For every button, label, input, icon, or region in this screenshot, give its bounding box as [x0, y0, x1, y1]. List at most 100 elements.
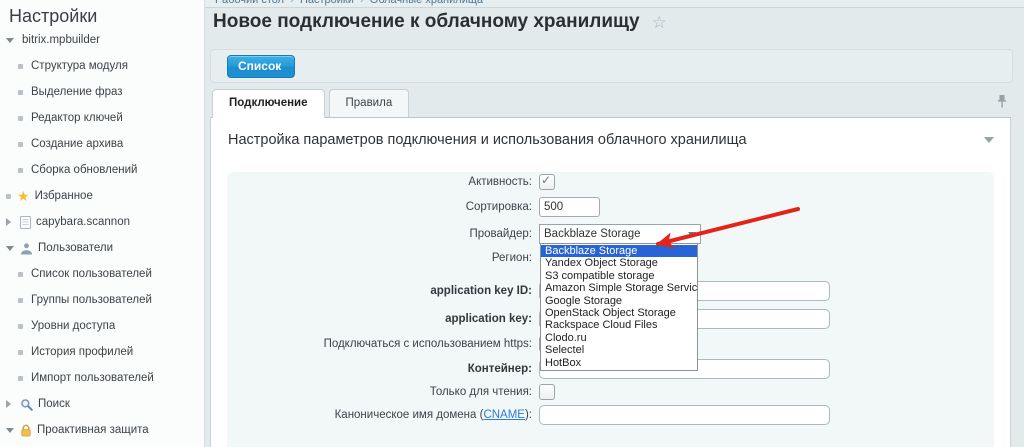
chevron-down-icon [688, 232, 696, 237]
section-collapse-icon[interactable] [984, 137, 994, 143]
sidebar-title: Настройки [9, 5, 204, 27]
search-icon [20, 398, 33, 411]
sidebar-item-access-levels[interactable]: Уровни доступа [0, 313, 204, 339]
provider-option-openstack[interactable]: OpenStack Object Storage [541, 307, 697, 319]
bullet-icon [18, 272, 23, 277]
sidebar-item-search[interactable]: Поиск [0, 391, 204, 417]
bullet-icon [18, 350, 23, 355]
bullet-icon [18, 90, 23, 95]
sort-input[interactable] [539, 197, 600, 217]
bullet-icon [18, 324, 23, 329]
activity-checkbox[interactable] [539, 174, 555, 190]
form-row-provider: Провайдер: Backblaze Storage [227, 224, 994, 244]
sidebar-item-label: Пользователи [38, 242, 113, 254]
sidebar-item-label: Выделение фраз [31, 86, 123, 98]
provider-option-rackspace[interactable]: Rackspace Cloud Files [541, 319, 697, 331]
sidebar-item-bitrix-mpbuilder[interactable]: bitrix.mpbuilder [0, 27, 204, 53]
provider-dropdown-list: Backblaze Storage Yandex Object Storage … [540, 243, 698, 371]
triangle-down-icon[interactable] [6, 428, 14, 433]
provider-option-clodo[interactable]: Clodo.ru [541, 332, 697, 344]
star-icon: ★ [17, 190, 30, 203]
sidebar-item-key-editor[interactable]: Редактор ключей [0, 105, 204, 131]
sidebar-item-label: История профилей [31, 346, 133, 358]
sidebar-item-label: Импорт пользователей [31, 372, 154, 384]
sidebar-item-label: bitrix.mpbuilder [22, 34, 100, 46]
sidebar-item-label: Список пользователей [31, 268, 152, 280]
sidebar-item-proactive-protection[interactable]: Проактивная защита [0, 417, 204, 443]
provider-option-amazon[interactable]: Amazon Simple Storage Service [541, 282, 697, 294]
bullet-icon [6, 194, 11, 199]
provider-option-s3[interactable]: S3 compatible storage [541, 270, 697, 282]
toolbar: Список [210, 49, 1013, 83]
favorite-star-icon[interactable]: ☆ [652, 14, 667, 31]
provider-label: Провайдер: [227, 228, 532, 240]
triangle-down-icon[interactable] [6, 246, 14, 251]
settings-sidebar: Настройки bitrix.mpbuilder Структура мод… [0, 0, 205, 447]
list-back-button[interactable]: Список [227, 55, 295, 78]
breadcrumb-item[interactable]: Облачные хранилища [354, 0, 483, 6]
application-key-id-label: application key ID: [227, 285, 532, 297]
form-row-sort: Сортировка: [227, 197, 994, 217]
sidebar-item-label: capybara.scannon [36, 216, 130, 228]
sidebar-item-user-list[interactable]: Список пользователей [0, 261, 204, 287]
section-title: Настройка параметров подключения и испол… [228, 132, 747, 148]
sidebar-item-label: Проактивная защита [37, 424, 149, 436]
sidebar-item-label: Уровни доступа [31, 320, 115, 332]
sidebar-item-build-updates[interactable]: Сборка обновлений [0, 157, 204, 183]
bullet-icon [18, 64, 23, 69]
cname-input[interactable] [539, 405, 830, 425]
sidebar-item-users[interactable]: Пользователи [0, 235, 204, 261]
readonly-checkbox[interactable] [539, 384, 555, 400]
sidebar-item-label: Создание архива [31, 138, 123, 150]
breadcrumb-item[interactable]: Настройки [284, 0, 354, 6]
admin-page: Настройки bitrix.mpbuilder Структура мод… [0, 0, 1024, 447]
lock-icon [20, 424, 32, 437]
sidebar-item-user-import[interactable]: Импорт пользователей [0, 365, 204, 391]
sidebar-item-label: Сборка обновлений [31, 164, 137, 176]
section-header: Настройка параметров подключения и испол… [211, 118, 1010, 149]
tab-bar: Подключение Правила [212, 89, 413, 118]
sidebar-item-label: Избранное [35, 190, 93, 202]
document-icon [20, 216, 31, 229]
sidebar-item-archive-create[interactable]: Создание архива [0, 131, 204, 157]
provider-option-selectel[interactable]: Selectel [541, 344, 697, 356]
bullet-icon [18, 142, 23, 147]
form-row-cname: Каноническое имя домена (CNAME): [227, 405, 994, 425]
sidebar-item-capybara-scannon[interactable]: capybara.scannon [0, 209, 204, 235]
sidebar-item-user-groups[interactable]: Группы пользователей [0, 287, 204, 313]
sidebar-item-label: Структура модуля [31, 60, 128, 72]
application-key-label: application key: [227, 313, 532, 325]
main-content: Рабочий столНастройкиОблачные хранилища … [205, 0, 1024, 447]
form-row-activity: Активность: [227, 172, 994, 192]
sidebar-item-label: Группы пользователей [31, 294, 152, 306]
user-icon [20, 242, 33, 255]
breadcrumb-item[interactable]: Рабочий стол [215, 0, 284, 6]
triangle-right-icon[interactable] [6, 218, 11, 226]
sidebar-item-favorites[interactable]: ★ Избранное [0, 183, 204, 209]
https-label: Подключаться с использованием https: [227, 338, 532, 350]
sidebar-item-label: Поиск [38, 398, 70, 410]
region-label: Регион: [227, 252, 532, 264]
triangle-right-icon[interactable] [6, 400, 11, 408]
pin-icon[interactable] [996, 94, 1008, 114]
provider-option-yandex[interactable]: Yandex Object Storage [541, 257, 697, 269]
sidebar-item-label: Редактор ключей [31, 112, 123, 124]
cname-label: Каноническое имя домена (CNAME): [227, 409, 532, 421]
form-row-readonly: Только для чтения: [227, 382, 994, 402]
activity-label: Активность: [227, 176, 532, 188]
sort-label: Сортировка: [227, 201, 532, 213]
provider-option-backblaze[interactable]: Backblaze Storage [541, 245, 697, 257]
sidebar-item-module-structure[interactable]: Структура модуля [0, 53, 204, 79]
tab-connection[interactable]: Подключение [212, 89, 325, 118]
bullet-icon [18, 376, 23, 381]
provider-option-google[interactable]: Google Storage [541, 295, 697, 307]
cname-link[interactable]: CNAME [483, 409, 525, 421]
sidebar-item-phrase-highlight[interactable]: Выделение фраз [0, 79, 204, 105]
triangle-down-icon[interactable] [6, 38, 14, 43]
tab-rules[interactable]: Правила [329, 89, 410, 117]
provider-option-hotbox[interactable]: HotBox [541, 357, 697, 369]
provider-select[interactable]: Backblaze Storage [539, 224, 701, 244]
page-title: Новое подключение к облачному хранилищу [213, 11, 640, 33]
sidebar-item-profile-history[interactable]: История профилей [0, 339, 204, 365]
breadcrumb: Рабочий столНастройкиОблачные хранилища [205, 0, 1024, 8]
